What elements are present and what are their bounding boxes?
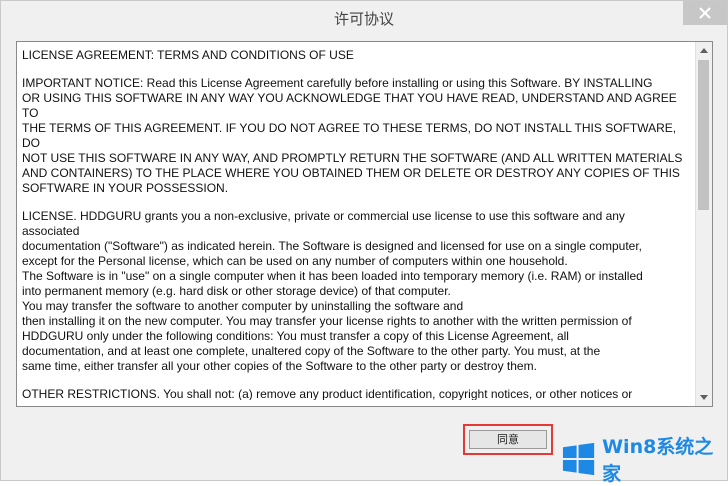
arrow-up-icon [700,48,708,53]
license-dialog: 许可协议 LICENSE AGREEMENT: TERMS AND CONDIT… [0,0,728,485]
arrow-down-icon [700,395,708,400]
scroll-up-button[interactable] [696,42,712,59]
license-text: LICENSE AGREEMENT: TERMS AND CONDITIONS … [22,48,690,400]
title-bar: 许可协议 [1,1,727,35]
watermark-text: Win8系统之家 [602,436,714,485]
license-important-notice: IMPORTANT NOTICE: Read this License Agre… [22,76,683,195]
scroll-thumb[interactable] [698,60,709,210]
close-button[interactable] [683,1,727,25]
dialog-title: 许可协议 [333,10,394,28]
agree-button-highlight: 同意 [463,424,553,455]
close-icon [699,7,711,19]
windows-logo-icon [562,442,595,476]
scroll-down-button[interactable] [696,389,712,406]
license-grant: LICENSE. HDDGURU grants you a non-exclus… [22,209,643,373]
agree-button[interactable]: 同意 [469,430,547,449]
license-text-box[interactable]: LICENSE AGREEMENT: TERMS AND CONDITIONS … [16,41,713,407]
vertical-scrollbar[interactable] [695,42,712,406]
license-heading: LICENSE AGREEMENT: TERMS AND CONDITIONS … [22,48,354,62]
license-other-restrictions: OTHER RESTRICTIONS. You shall not: (a) r… [22,387,633,400]
watermark: Win8系统之家 [561,436,728,485]
